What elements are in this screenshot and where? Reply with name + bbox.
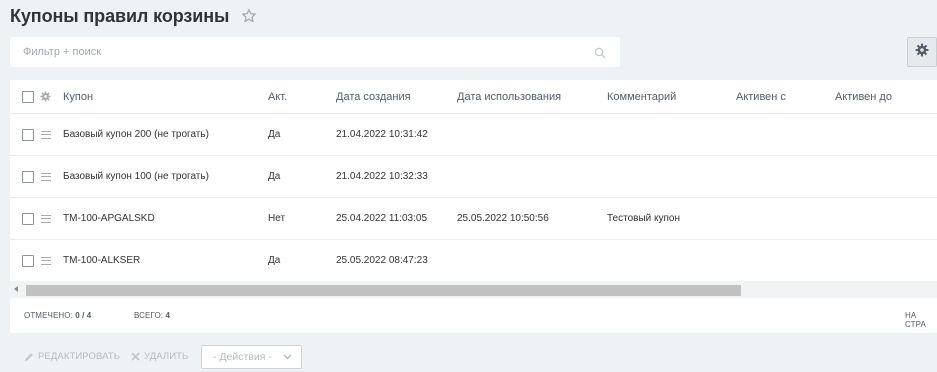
total-count-label: Всего:: [134, 311, 164, 320]
row-checkbox[interactable]: [22, 128, 34, 141]
edit-button[interactable]: Редактировать: [24, 351, 120, 362]
table-row[interactable]: TM-100-ALKSER Да 25.05.2022 08:47:23: [10, 240, 937, 282]
delete-button-label: Удалить: [144, 351, 189, 362]
grid-header-row: Купон Акт. Дата создания Дата использова…: [10, 80, 937, 114]
delete-button[interactable]: Удалить: [131, 351, 188, 362]
column-header-comment[interactable]: Комментарий: [607, 80, 676, 113]
cell-created: 21.04.2022 10:32:33: [336, 171, 428, 182]
total-count: Всего: 4: [134, 311, 170, 320]
row-actions-menu-icon[interactable]: [41, 256, 51, 265]
column-header-active-to[interactable]: Активен до: [835, 80, 892, 113]
grid-settings-button[interactable]: [907, 37, 937, 67]
cell-created: 21.04.2022 10:31:42: [336, 129, 428, 140]
grid-footer: Отмечено: 0 / 4 Всего: 4 На стра: [10, 298, 937, 332]
cell-coupon[interactable]: TM-100-ALKSER: [63, 240, 140, 281]
chevron-down-icon: [283, 354, 292, 360]
search-icon[interactable]: [594, 46, 606, 59]
group-actions-select[interactable]: - Действия -: [201, 345, 302, 369]
row-actions-menu-icon[interactable]: [41, 214, 51, 223]
row-actions-menu-icon[interactable]: [41, 172, 51, 181]
search-input[interactable]: [10, 37, 620, 67]
search-box: [10, 37, 620, 67]
column-header-used[interactable]: Дата использования: [457, 80, 561, 113]
cell-created: 25.05.2022 08:47:23: [336, 255, 428, 266]
column-header-active[interactable]: Акт.: [268, 80, 287, 113]
cell-active: Да: [268, 129, 281, 140]
column-settings-icon[interactable]: [40, 80, 51, 113]
close-icon: [131, 352, 140, 361]
table-row[interactable]: TM-100-APGALSKD Нет 25.04.2022 11:03:05 …: [10, 198, 937, 240]
page-title: Купоны правил корзины: [10, 5, 230, 26]
cell-used: 25.05.2022 10:50:56: [457, 213, 549, 224]
title-row: Купоны правил корзины: [10, 4, 257, 28]
cell-active: Нет: [268, 213, 286, 224]
selected-count-label: Отмечено:: [24, 311, 73, 320]
row-checkbox[interactable]: [22, 254, 34, 267]
scrollbar-thumb[interactable]: [26, 285, 741, 296]
selected-count-value: 0 / 4: [75, 311, 92, 320]
cell-coupon[interactable]: Базовый купон 100 (не трогать): [63, 156, 209, 197]
row-actions-menu-icon[interactable]: [41, 130, 51, 139]
column-header-active-from[interactable]: Активен с: [736, 80, 786, 113]
pencil-icon: [25, 352, 33, 361]
cell-comment: Тестовый купон: [607, 213, 680, 224]
scroll-left-arrow-icon[interactable]: [14, 286, 18, 292]
row-checkbox[interactable]: [22, 170, 34, 183]
cell-created: 25.04.2022 11:03:05: [336, 213, 428, 224]
gear-icon: [915, 43, 929, 62]
cell-coupon[interactable]: Базовый купон 200 (не трогать): [63, 114, 209, 155]
cell-coupon[interactable]: TM-100-APGALSKD: [63, 198, 155, 239]
total-count-value: 4: [165, 311, 171, 320]
select-all-checkbox[interactable]: [22, 90, 34, 103]
group-actions-select-value: - Действия -: [213, 351, 272, 363]
action-panel: Редактировать Удалить - Действия -: [10, 337, 937, 372]
cell-active: Да: [268, 171, 281, 182]
row-checkbox[interactable]: [22, 212, 34, 225]
per-page-label[interactable]: На стра: [905, 311, 937, 329]
star-icon[interactable]: [241, 8, 257, 24]
horizontal-scrollbar[interactable]: [10, 281, 937, 298]
table-row[interactable]: Базовый купон 100 (не трогать) Да 21.04.…: [10, 156, 937, 198]
cell-active: Да: [268, 255, 281, 266]
selected-count: Отмечено: 0 / 4: [24, 311, 91, 320]
column-header-created[interactable]: Дата создания: [336, 80, 411, 113]
edit-button-label: Редактировать: [38, 351, 121, 362]
column-header-coupon[interactable]: Купон: [63, 80, 93, 113]
table-row[interactable]: Базовый купон 200 (не трогать) Да 21.04.…: [10, 114, 937, 156]
coupons-grid: Купон Акт. Дата создания Дата использова…: [10, 80, 937, 333]
